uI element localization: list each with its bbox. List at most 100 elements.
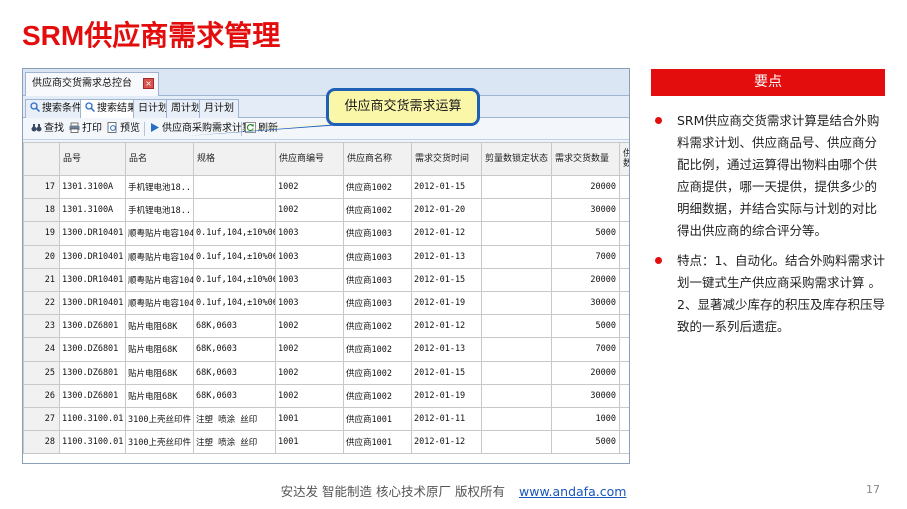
cell-lock-status[interactable] [481, 198, 552, 223]
cell-lock-status[interactable] [481, 360, 552, 385]
cell-item-code[interactable]: 1100.3100.01.ST [59, 406, 126, 432]
header-demand-qty[interactable]: 需求交货数量 [551, 142, 620, 176]
cell-item-code[interactable]: 1300.DR10401 [59, 244, 126, 269]
find-button[interactable]: 查找 [31, 121, 64, 137]
cell-item-name[interactable]: 3100上壳丝印件 [125, 406, 194, 432]
cell-vendor-id[interactable]: 1002 [275, 383, 344, 408]
header-vendor-name[interactable]: 供应商名称 [343, 142, 412, 176]
cell-item-code[interactable]: 1300.DZ6801 [59, 383, 126, 408]
cell-demand-qty[interactable]: 7000 [551, 244, 620, 269]
cell-spec[interactable]: 68K,0603 [193, 383, 276, 408]
cell-supply-qty[interactable] [619, 198, 629, 223]
footer-link[interactable]: www.andafa.com [519, 484, 626, 499]
table-row[interactable]: 271100.3100.01.ST3100上壳丝印件注塑 喷涂 丝印1001供应… [23, 406, 629, 432]
header-lock-status[interactable]: 剪量数锁定状态 [481, 142, 552, 176]
row-number[interactable]: 23 [23, 314, 60, 339]
cell-lock-status[interactable] [481, 314, 552, 339]
cell-demand-qty[interactable]: 20000 [551, 267, 620, 292]
cell-item-code[interactable]: 1100.3100.01.ST [59, 430, 126, 455]
cell-demand-qty[interactable]: 20000 [551, 360, 620, 385]
cell-item-name[interactable]: 顺粤贴片电容104 [125, 290, 194, 316]
header-supply-qty[interactable]: 供应数 [619, 142, 629, 176]
cell-item-code[interactable]: 1300.DZ6801 [59, 314, 126, 339]
close-icon[interactable]: × [143, 78, 154, 89]
cell-item-code[interactable]: 1300.DZ6801 [59, 337, 126, 362]
cell-lock-status[interactable] [481, 406, 552, 432]
row-number[interactable]: 26 [23, 383, 60, 408]
table-row[interactable]: 201300.DR10401顺粤贴片电容1040.1uf,104,±10%060… [23, 244, 629, 269]
cell-vendor-name[interactable]: 供应商1003 [343, 221, 412, 246]
cell-demand-date[interactable]: 2012-01-11 [411, 406, 482, 432]
cell-vendor-id[interactable]: 1001 [275, 406, 344, 432]
cell-item-name[interactable]: 贴片电阻68K [125, 360, 194, 385]
cell-item-name[interactable]: 顺粤贴片电容104 [125, 244, 194, 269]
header-demand-date[interactable]: 需求交货时间 [411, 142, 482, 176]
cell-lock-status[interactable] [481, 337, 552, 362]
cell-vendor-name[interactable]: 供应商1003 [343, 267, 412, 292]
table-row[interactable]: 17 1301.3100A 手机锂电池18... 1002 供应商1002 2012-01… [23, 174, 629, 200]
cell-item-name[interactable]: 手机锂电池18... [125, 174, 194, 200]
cell-demand-date[interactable]: 2012-01-20 [411, 198, 482, 223]
tab-monthly-plan[interactable]: 月计划 [199, 99, 239, 118]
tab-search-conditions[interactable]: 搜索条件 [25, 99, 87, 118]
cell-vendor-id[interactable]: 1003 [275, 244, 344, 269]
row-number[interactable]: 28 [23, 430, 60, 455]
row-number[interactable]: 22 [23, 290, 60, 316]
cell-vendor-id[interactable]: 1003 [275, 290, 344, 316]
tab-supplier-delivery-console[interactable]: 供应商交货需求总控台 × [25, 72, 159, 96]
cell-supply-qty[interactable] [619, 406, 629, 432]
row-number[interactable]: 19 [23, 221, 60, 246]
row-number[interactable]: 21 [23, 267, 60, 292]
cell-supply-qty[interactable] [619, 290, 629, 316]
cell-demand-qty[interactable]: 7000 [551, 337, 620, 362]
cell-item-name[interactable]: 贴片电阻68K [125, 383, 194, 408]
cell-vendor-name[interactable]: 供应商1003 [343, 290, 412, 316]
cell-vendor-id[interactable]: 1003 [275, 267, 344, 292]
table-row[interactable]: 281100.3100.01.ST3100上壳丝印件注塑 喷涂 丝印1001供应… [23, 430, 629, 455]
cell-supply-qty[interactable] [619, 244, 629, 269]
cell-demand-date[interactable]: 2012-01-12 [411, 314, 482, 339]
table-row[interactable]: 18 1301.3100A 手机锂电池18... 1002 供应商1002 2012-01… [23, 198, 629, 223]
table-row[interactable]: 23 1300.DZ6801 贴片电阻68K 68K,0603 1002 供应商1002 2… [23, 314, 629, 339]
cell-vendor-id[interactable]: 1002 [275, 174, 344, 200]
refresh-button[interactable]: 刷新 [245, 121, 278, 137]
cell-item-code[interactable]: 1301.3100A [59, 174, 126, 200]
cell-vendor-id[interactable]: 1002 [275, 198, 344, 223]
cell-vendor-id[interactable]: 1002 [275, 360, 344, 385]
cell-vendor-name[interactable]: 供应商1001 [343, 430, 412, 455]
row-number[interactable]: 20 [23, 244, 60, 269]
cell-spec[interactable]: 0.1uf,104,±10%0603 [193, 244, 276, 269]
row-number[interactable]: 18 [23, 198, 60, 223]
cell-spec[interactable]: 0.1uf,104,±10%0603 [193, 267, 276, 292]
cell-supply-qty[interactable] [619, 267, 629, 292]
cell-supply-qty[interactable] [619, 337, 629, 362]
cell-demand-date[interactable]: 2012-01-12 [411, 430, 482, 455]
cell-demand-qty[interactable]: 30000 [551, 383, 620, 408]
cell-item-code[interactable]: 1301.3100A [59, 198, 126, 223]
cell-demand-qty[interactable]: 5000 [551, 430, 620, 455]
cell-spec[interactable] [193, 174, 276, 200]
cell-item-code[interactable]: 1300.DR10401 [59, 290, 126, 316]
cell-vendor-name[interactable]: 供应商1003 [343, 244, 412, 269]
cell-item-name[interactable]: 贴片电阻68K [125, 337, 194, 362]
cell-lock-status[interactable] [481, 174, 552, 200]
cell-demand-qty[interactable]: 1000 [551, 406, 620, 432]
header-vendor-id[interactable]: 供应商编号 [275, 142, 344, 176]
cell-demand-date[interactable]: 2012-01-15 [411, 174, 482, 200]
cell-vendor-name[interactable]: 供应商1001 [343, 406, 412, 432]
table-row[interactable]: 24 1300.DZ6801 贴片电阻68K 68K,0603 1002 供应商1002 2… [23, 337, 629, 362]
cell-spec[interactable] [193, 198, 276, 223]
cell-item-name[interactable]: 顺粤贴片电容104 [125, 221, 194, 246]
table-row[interactable]: 211300.DR10401顺粤贴片电容1040.1uf,104,±10%060… [23, 267, 629, 292]
cell-spec[interactable]: 68K,0603 [193, 360, 276, 385]
cell-item-code[interactable]: 1300.DZ6801 [59, 360, 126, 385]
cell-item-name[interactable]: 手机锂电池18... [125, 198, 194, 223]
cell-spec[interactable]: 0.1uf,104,±10%0603 [193, 290, 276, 316]
cell-demand-qty[interactable]: 30000 [551, 198, 620, 223]
cell-lock-status[interactable] [481, 244, 552, 269]
cell-demand-qty[interactable]: 5000 [551, 221, 620, 246]
cell-spec[interactable]: 68K,0603 [193, 337, 276, 362]
cell-lock-status[interactable] [481, 290, 552, 316]
header-spec[interactable]: 规格 [193, 142, 276, 176]
cell-lock-status[interactable] [481, 383, 552, 408]
